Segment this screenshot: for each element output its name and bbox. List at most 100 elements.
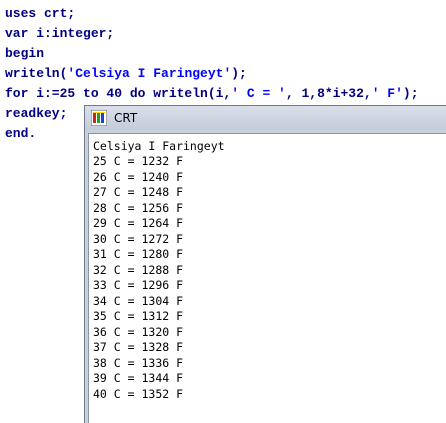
crt-row-sep: C = xyxy=(106,278,142,292)
crt-row-i: 26 xyxy=(93,169,107,184)
crt-row-unit: F xyxy=(169,340,184,354)
crt-output-row: 26 C = 1240 F xyxy=(93,170,183,186)
code-line[interactable]: begin xyxy=(5,44,44,64)
code-line[interactable]: end. xyxy=(5,124,36,144)
crt-output-row: 32 C = 1288 F xyxy=(93,263,183,279)
crt-row-unit: F xyxy=(169,247,184,261)
crt-output-row: 35 C = 1312 F xyxy=(93,309,183,325)
crt-row-value: 1328 xyxy=(141,340,170,354)
crt-row-i: 33 xyxy=(93,278,107,292)
crt-row-unit: F xyxy=(169,386,184,401)
crt-row-sep: C = xyxy=(106,324,142,339)
crt-output-row: 37 C = 1328 F xyxy=(93,340,183,356)
crt-row-i: 37 xyxy=(93,340,107,354)
crt-row-unit: F xyxy=(169,324,184,339)
crt-row-sep: C = xyxy=(106,185,142,199)
crt-row-sep: C = xyxy=(106,154,142,168)
crt-row-sep: C = xyxy=(106,262,142,277)
crt-row-i: 35 xyxy=(93,309,107,323)
crt-row-i: 38 xyxy=(93,355,107,370)
crt-row-i: 25 xyxy=(93,154,107,168)
crt-output-row: 40 C = 1352 F xyxy=(93,387,183,403)
crt-row-unit: F xyxy=(169,371,184,385)
crt-output-row: 34 C = 1304 F xyxy=(93,294,183,310)
crt-output-row: 31 C = 1280 F xyxy=(93,247,183,263)
code-string-literal: ' F' xyxy=(371,86,403,101)
crt-row-sep: C = xyxy=(106,340,142,354)
crt-row-value: 1240 xyxy=(141,169,170,184)
code-token: var i:integer; xyxy=(5,26,115,41)
crt-row-unit: F xyxy=(169,355,184,370)
crt-row-sep: C = xyxy=(106,371,142,385)
crt-output-row: 38 C = 1336 F xyxy=(93,356,183,372)
crt-window[interactable]: CRT Celsiya I Faringeyt 25 C = 1232 F 26 … xyxy=(84,105,446,423)
crt-output-row: 39 C = 1344 F xyxy=(93,371,183,387)
crt-row-sep: C = xyxy=(106,200,142,215)
crt-output-row: 25 C = 1232 F xyxy=(93,154,183,170)
code-line[interactable]: for i:=25 to 40 do writeln(i,' C = ', 1,… xyxy=(5,84,419,104)
crt-row-value: 1272 xyxy=(141,231,170,246)
crt-row-value: 1352 xyxy=(141,386,170,401)
crt-row-sep: C = xyxy=(106,355,142,370)
code-token: writeln( xyxy=(5,66,68,81)
crt-row-i: 28 xyxy=(93,200,107,215)
code-token: readkey; xyxy=(5,106,68,121)
crt-row-unit: F xyxy=(169,216,184,230)
code-line[interactable]: var i:integer; xyxy=(5,24,114,44)
crt-row-value: 1288 xyxy=(141,262,170,277)
crt-row-sep: C = xyxy=(106,386,142,401)
code-token: ); xyxy=(231,66,247,81)
crt-row-value: 1336 xyxy=(141,355,170,370)
crt-app-icon xyxy=(91,110,107,126)
code-token: ); xyxy=(402,86,419,101)
code-string-literal: ' C = ' xyxy=(231,86,286,101)
crt-output-rows: 25 C = 1232 F 26 C = 1240 F 27 C = 1248 F2… xyxy=(93,154,183,402)
crt-titlebar[interactable]: CRT xyxy=(85,106,446,130)
code-line[interactable]: writeln('Celsiya I Faringeyt'); xyxy=(5,64,247,84)
crt-row-unit: F xyxy=(169,309,184,323)
crt-output-row: 27 C = 1248 F xyxy=(93,185,183,201)
crt-output-area: Celsiya I Faringeyt 25 C = 1232 F 26 C = … xyxy=(88,133,446,423)
crt-output-header: Celsiya I Faringeyt xyxy=(93,139,225,153)
code-line[interactable]: readkey; xyxy=(5,104,67,124)
crt-row-unit: F xyxy=(169,154,184,168)
code-token: uses crt; xyxy=(5,6,76,21)
crt-row-i: 39 xyxy=(93,371,107,385)
code-token: for i:=25 to 40 do writeln(i, xyxy=(5,86,232,101)
crt-row-i: 31 xyxy=(93,247,107,261)
crt-row-sep: C = xyxy=(106,169,142,184)
crt-row-value: 1248 xyxy=(141,185,170,199)
crt-row-unit: F xyxy=(169,278,184,292)
crt-row-i: 34 xyxy=(93,293,107,308)
crt-row-unit: F xyxy=(169,231,184,246)
crt-row-sep: C = xyxy=(106,309,142,323)
crt-output-row: 28 C = 1256 F xyxy=(93,201,183,217)
crt-row-unit: F xyxy=(169,185,184,199)
crt-row-value: 1312 xyxy=(141,309,170,323)
crt-row-unit: F xyxy=(169,293,184,308)
crt-window-title: CRT xyxy=(114,111,138,125)
crt-output-row: 33 C = 1296 F xyxy=(93,278,183,294)
crt-row-unit: F xyxy=(169,169,184,184)
crt-row-value: 1232 xyxy=(141,154,170,168)
crt-row-i: 40 xyxy=(93,386,107,401)
crt-row-i: 29 xyxy=(93,216,107,230)
code-string-literal: 'Celsiya I Faringeyt' xyxy=(67,66,232,81)
crt-output-row: 36 C = 1320 F xyxy=(93,325,183,341)
crt-row-i: 32 xyxy=(93,262,107,277)
code-token: end. xyxy=(5,126,37,141)
crt-row-sep: C = xyxy=(106,247,142,261)
code-token: begin xyxy=(5,46,45,61)
crt-row-value: 1344 xyxy=(141,371,170,385)
crt-row-sep: C = xyxy=(106,216,142,230)
crt-row-sep: C = xyxy=(106,293,142,308)
crt-row-value: 1296 xyxy=(141,278,170,292)
crt-output-row: 29 C = 1264 F xyxy=(93,216,183,232)
code-line[interactable]: uses crt; xyxy=(5,4,75,24)
crt-output-row: 30 C = 1272 F xyxy=(93,232,183,248)
crt-row-i: 30 xyxy=(93,231,107,246)
crt-row-value: 1320 xyxy=(141,324,170,339)
code-token: , 1,8*i+32, xyxy=(285,86,372,101)
crt-row-unit: F xyxy=(169,200,184,215)
crt-row-sep: C = xyxy=(106,231,142,246)
